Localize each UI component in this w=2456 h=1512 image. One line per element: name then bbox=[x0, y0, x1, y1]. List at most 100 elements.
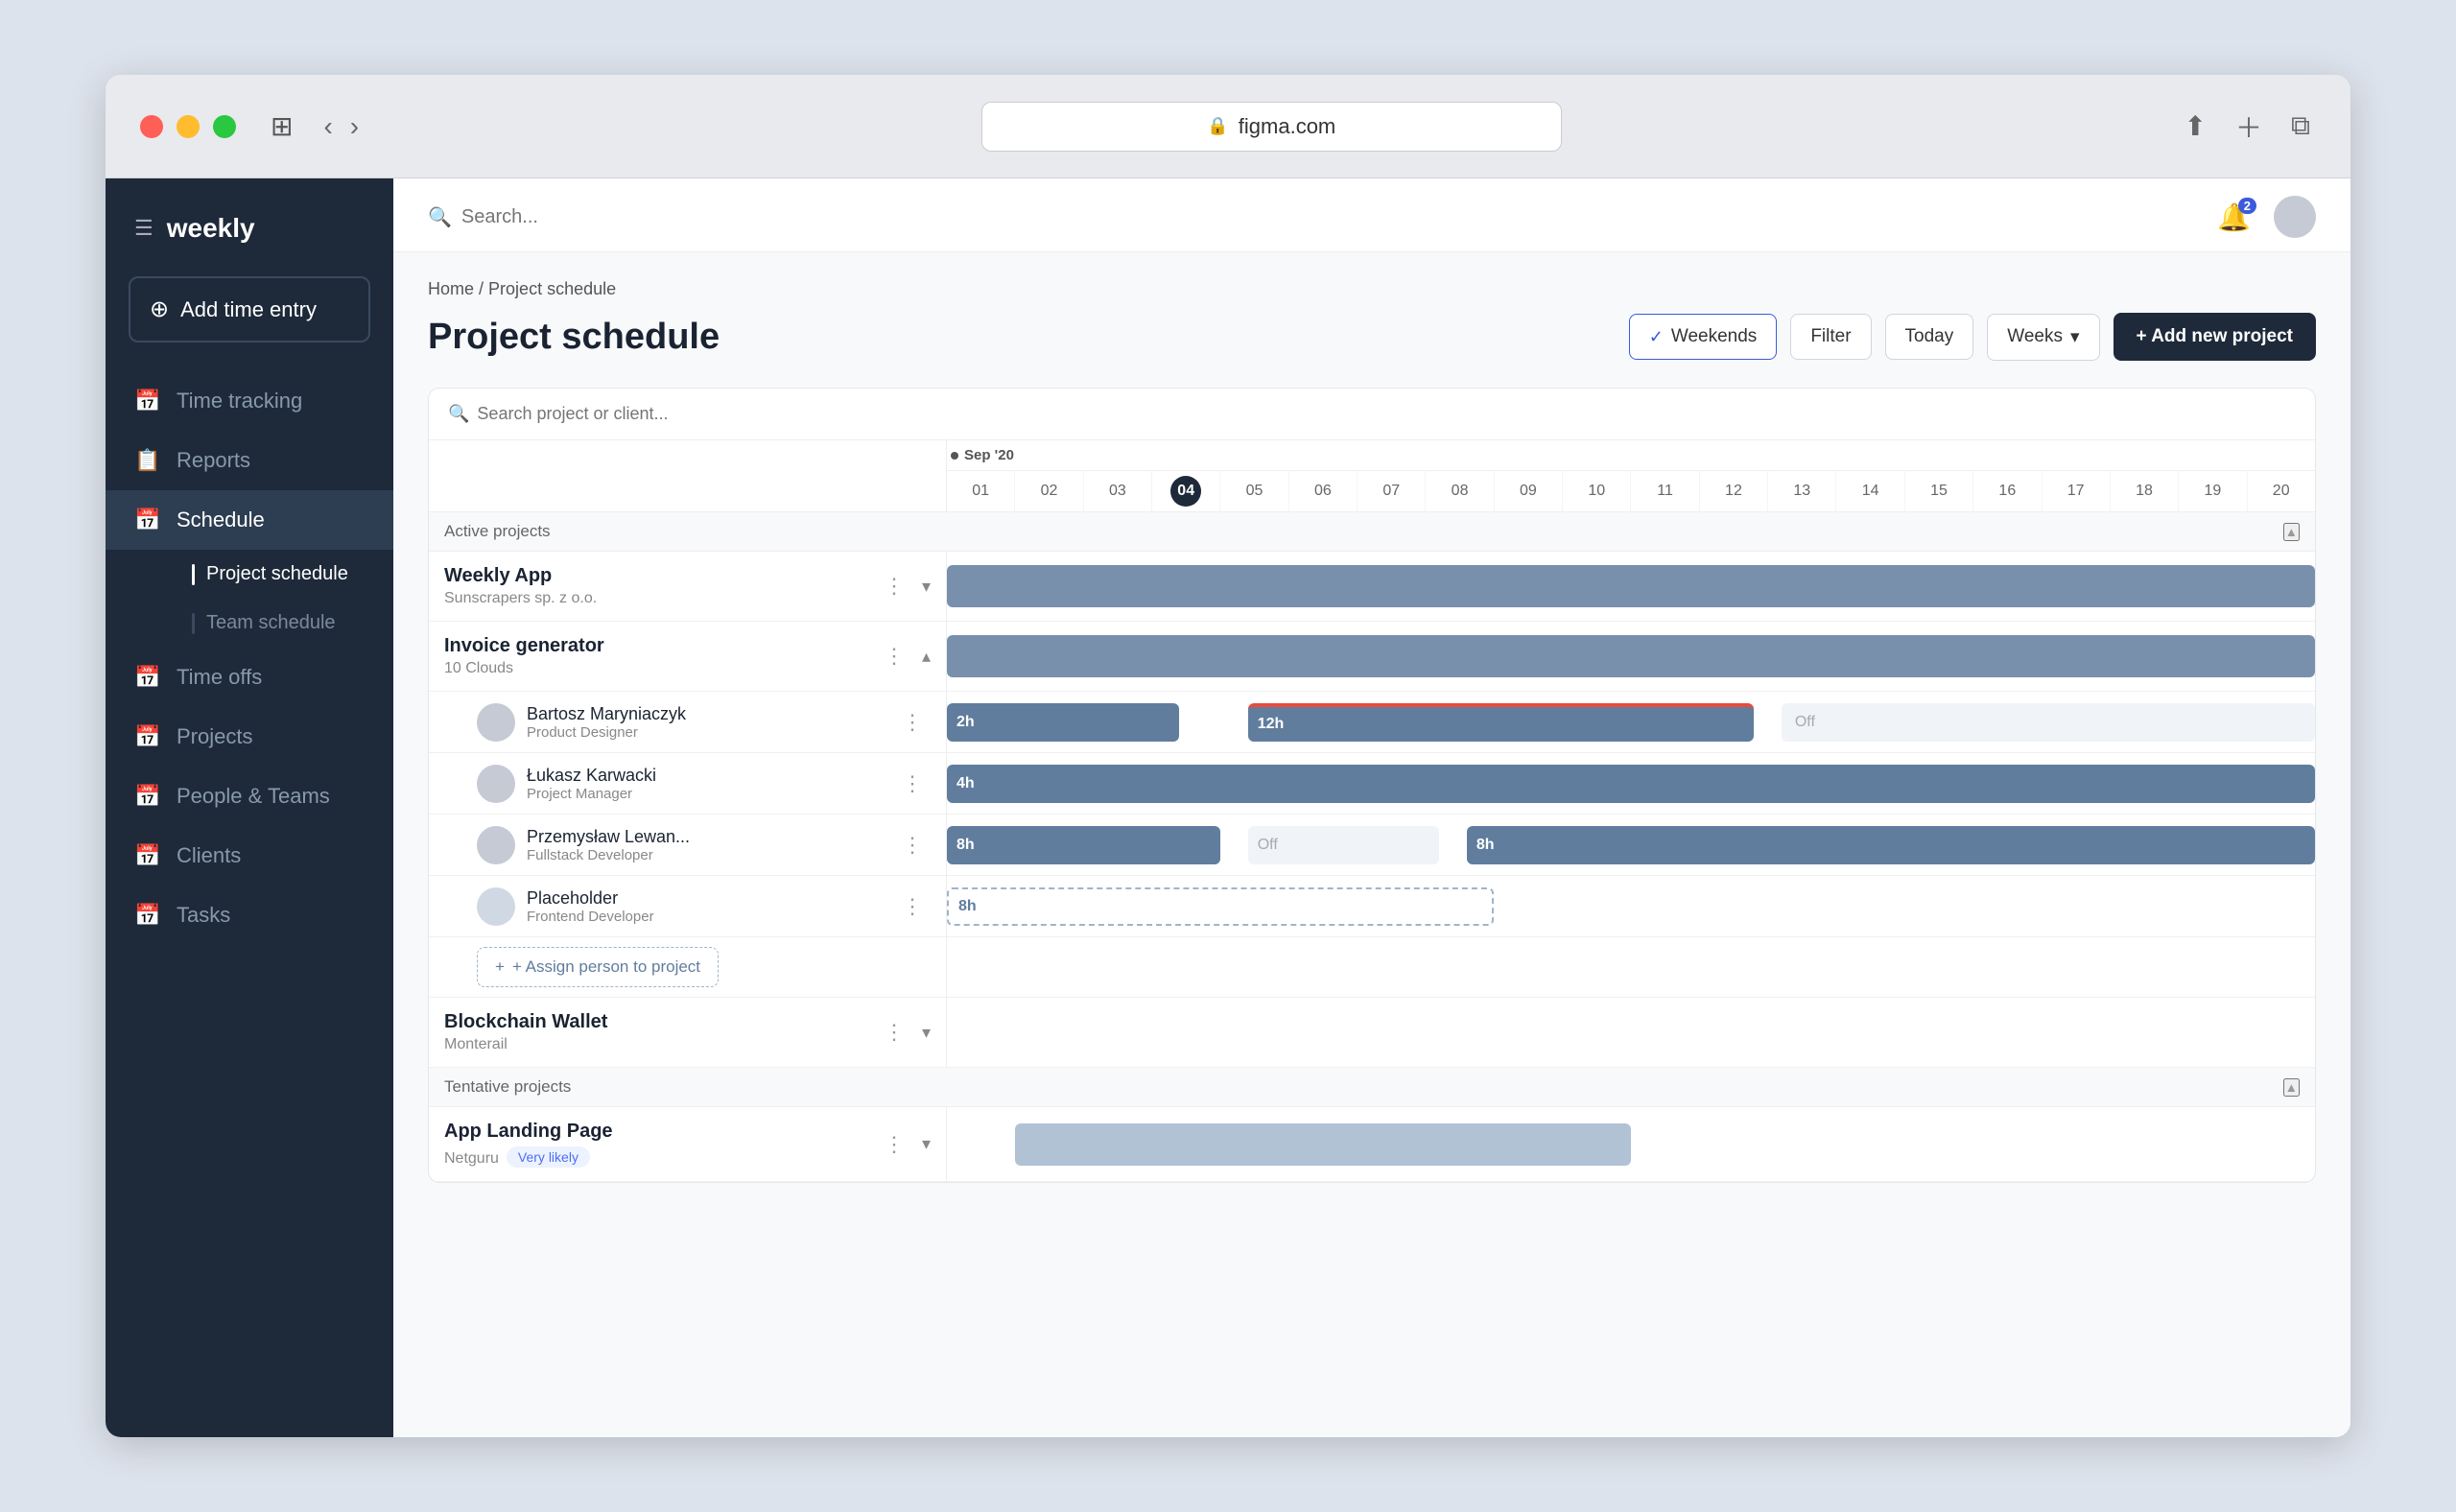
day-19: 19 bbox=[2179, 471, 2247, 511]
lukasz-menu-button[interactable]: ⋮ bbox=[894, 768, 931, 800]
bartosz-bar-2h: 2h bbox=[947, 703, 1179, 742]
assign-person-button[interactable]: + + Assign person to project bbox=[477, 947, 719, 987]
minimize-button[interactable] bbox=[177, 115, 200, 138]
invoice-generator-chevron[interactable]: ▴ bbox=[922, 647, 931, 667]
filter-button[interactable]: Filter bbox=[1790, 314, 1871, 360]
top-bar-right: 🔔 2 bbox=[2217, 196, 2316, 238]
lukasz-bar-4h: 4h bbox=[947, 765, 2315, 803]
day-10: 10 bbox=[1563, 471, 1631, 511]
schedule-sub-nav: Project schedule Team schedule bbox=[106, 550, 393, 648]
collapse-active-projects[interactable]: ▲ bbox=[2283, 523, 2300, 541]
add-new-project-button[interactable]: + Add new project bbox=[2114, 313, 2316, 361]
sidebar-item-time-tracking[interactable]: 📅 Time tracking bbox=[106, 371, 393, 431]
page-header: Project schedule ✓ Weekends Filter Today bbox=[428, 313, 2316, 361]
sidebar-toggle-icon[interactable]: ⊞ bbox=[265, 105, 298, 148]
user-avatar[interactable] bbox=[2274, 196, 2316, 238]
back-button[interactable]: ‹ bbox=[318, 106, 338, 148]
timeoffs-icon: 📅 bbox=[134, 665, 161, 690]
day-18: 18 bbox=[2111, 471, 2179, 511]
person-left-lukasz: Łukasz Karwacki Project Manager ⋮ bbox=[429, 753, 947, 814]
sidebar-item-project-schedule[interactable]: Project schedule bbox=[173, 550, 393, 599]
blockchain-chevron[interactable]: ▾ bbox=[922, 1023, 931, 1043]
new-tab-icon[interactable]: ＋ bbox=[2230, 102, 2268, 152]
weekends-button[interactable]: ✓ Weekends bbox=[1629, 314, 1778, 360]
project-left-invoice-generator: Invoice generator 10 Clouds ⋮ ▴ bbox=[429, 622, 947, 691]
sidebar-item-people-teams[interactable]: 📅 People & Teams bbox=[106, 767, 393, 826]
weeks-dropdown[interactable]: Weeks ▾ bbox=[1987, 314, 2099, 361]
app-landing-chevron[interactable]: ▾ bbox=[922, 1134, 931, 1154]
przemyslaw-avatar bbox=[477, 826, 515, 864]
month-dot bbox=[951, 452, 958, 460]
sidebar-item-schedule[interactable]: 📅 Schedule bbox=[106, 490, 393, 550]
maximize-button[interactable] bbox=[213, 115, 236, 138]
person-row-placeholder: Placeholder Frontend Developer ⋮ 8h bbox=[429, 876, 2315, 937]
hamburger-icon[interactable]: ☰ bbox=[134, 216, 154, 241]
schedule-icon: 📅 bbox=[134, 508, 161, 532]
app-landing-menu-button[interactable]: ⋮ bbox=[876, 1128, 912, 1161]
search-input[interactable] bbox=[461, 206, 749, 228]
inactive-bar bbox=[192, 613, 195, 634]
today-button[interactable]: Today bbox=[1885, 314, 1974, 360]
share-icon[interactable]: ⬆ bbox=[2179, 102, 2212, 152]
global-search[interactable]: 🔍 bbox=[428, 205, 749, 229]
browser-actions: ⬆ ＋ ⧉ bbox=[2179, 102, 2316, 152]
weekly-app-gantt-bar bbox=[947, 565, 2315, 607]
przemyslaw-menu-button[interactable]: ⋮ bbox=[894, 829, 931, 862]
lukasz-avatar bbox=[477, 765, 515, 803]
search-icon: 🔍 bbox=[448, 404, 469, 424]
lukasz-bar-area: 4h bbox=[947, 753, 2315, 814]
day-13: 13 bbox=[1768, 471, 1836, 511]
project-left-weekly-app: Weekly App Sunscrapers sp. z o.o. ⋮ ▾ bbox=[429, 552, 947, 621]
calendar-header: Sep '20 01 02 03 04 05 bbox=[429, 440, 2315, 512]
sidebar-item-tasks[interactable]: 📅 Tasks bbox=[106, 886, 393, 945]
page-content: Home / Project schedule Project schedule… bbox=[393, 252, 2350, 1437]
bartosz-menu-button[interactable]: ⋮ bbox=[894, 706, 931, 739]
tentative-projects-header: Tentative projects ▲ bbox=[429, 1068, 2315, 1107]
day-02: 02 bbox=[1015, 471, 1083, 511]
address-bar[interactable]: 🔒 figma.com bbox=[981, 102, 1562, 152]
project-info-weekly-app: Weekly App Sunscrapers sp. z o.o. bbox=[444, 565, 866, 607]
tabs-icon[interactable]: ⧉ bbox=[2285, 102, 2316, 152]
lock-icon: 🔒 bbox=[1207, 116, 1228, 136]
sidebar-item-team-schedule[interactable]: Team schedule bbox=[173, 599, 393, 648]
notification-badge: 2 bbox=[2238, 198, 2256, 214]
schedule-search-input[interactable] bbox=[477, 404, 726, 424]
project-info-blockchain: Blockchain Wallet Monterail bbox=[444, 1011, 866, 1053]
person-left-przemyslaw: Przemysław Lewan... Fullstack Developer … bbox=[429, 815, 947, 875]
sidebar: ☰ weekly ⊕ Add time entry 📅 Time trackin… bbox=[106, 178, 393, 1437]
blockchain-menu-button[interactable]: ⋮ bbox=[876, 1016, 912, 1049]
weekly-app-chevron[interactable]: ▾ bbox=[922, 577, 931, 597]
day-01: 01 bbox=[947, 471, 1015, 511]
day-12: 12 bbox=[1700, 471, 1768, 511]
active-projects-header: Active projects ▲ bbox=[429, 512, 2315, 552]
person-row-bartosz: Bartosz Maryniaczyk Product Designer ⋮ 2… bbox=[429, 692, 2315, 753]
sidebar-item-reports[interactable]: 📋 Reports bbox=[106, 431, 393, 490]
day-03: 03 bbox=[1084, 471, 1152, 511]
day-14: 14 bbox=[1836, 471, 1904, 511]
placeholder-bar: 8h bbox=[947, 887, 1494, 926]
invoice-generator-menu-button[interactable]: ⋮ bbox=[876, 640, 912, 673]
notification-button[interactable]: 🔔 2 bbox=[2217, 201, 2251, 233]
main-content: 🔍 🔔 2 Home / Project schedule bbox=[393, 178, 2350, 1437]
project-row-blockchain: Blockchain Wallet Monterail ⋮ ▾ bbox=[429, 998, 2315, 1068]
forward-button[interactable]: › bbox=[344, 106, 365, 148]
assign-person-row: + + Assign person to project bbox=[429, 937, 2315, 998]
day-17: 17 bbox=[2043, 471, 2111, 511]
close-button[interactable] bbox=[140, 115, 163, 138]
browser-chrome: ⊞ ‹ › 🔒 figma.com ⬆ ＋ ⧉ bbox=[106, 75, 2350, 178]
sidebar-item-projects[interactable]: 📅 Projects bbox=[106, 707, 393, 767]
placeholder-menu-button[interactable]: ⋮ bbox=[894, 890, 931, 923]
breadcrumb: Home / Project schedule bbox=[428, 279, 2316, 299]
schedule-search[interactable]: 🔍 bbox=[448, 404, 726, 424]
przemyslaw-bar-8h-2: 8h bbox=[1467, 826, 2315, 864]
active-bar bbox=[192, 564, 195, 585]
day-08: 08 bbox=[1426, 471, 1494, 511]
add-time-entry-button[interactable]: ⊕ Add time entry bbox=[129, 276, 370, 343]
top-bar: 🔍 🔔 2 bbox=[393, 178, 2350, 252]
weekly-app-menu-button[interactable]: ⋮ bbox=[876, 570, 912, 602]
sidebar-item-time-offs[interactable]: 📅 Time offs bbox=[106, 648, 393, 707]
przemyslaw-off: Off bbox=[1248, 826, 1440, 864]
collapse-tentative-projects[interactable]: ▲ bbox=[2283, 1078, 2300, 1097]
sidebar-item-clients[interactable]: 📅 Clients bbox=[106, 826, 393, 886]
schedule-area: 🔍 Sep '20 bbox=[428, 388, 2316, 1183]
